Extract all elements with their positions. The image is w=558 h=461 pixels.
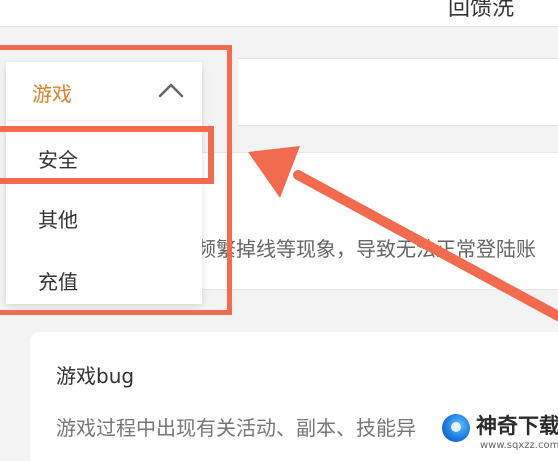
dropdown-option-label: 其他: [38, 208, 78, 232]
screen: 回馈洗 频繁掉线等现象，导致无法正常登陆账 游戏bug 游戏过程中出现有关活动、…: [0, 0, 558, 461]
dropdown-option-safety[interactable]: 安全: [6, 128, 202, 186]
issue-card-bug-desc: 游戏过程中出现有关活动、副本、技能异: [56, 416, 416, 440]
dropdown-option-other[interactable]: 其他: [6, 188, 202, 246]
issue-card-disconnect[interactable]: [150, 152, 558, 290]
page-title: 回馈洗: [448, 0, 515, 21]
chevron-up-icon[interactable]: [158, 82, 184, 98]
watermark-url: www.sqxzz.com: [480, 440, 558, 451]
category-select-field[interactable]: [238, 58, 558, 126]
issue-card-disconnect-desc: 频繁掉线等现象，导致无法正常登陆账: [196, 237, 536, 261]
watermark-name: 神奇下载: [476, 414, 558, 438]
selected-category: 游戏: [32, 82, 72, 106]
dropdown-option-recharge[interactable]: 充值: [6, 250, 202, 308]
issue-card-bug-title: 游戏bug: [56, 364, 135, 388]
dropdown-option-label: 安全: [38, 148, 78, 172]
watermark-logo-icon: [442, 414, 470, 442]
dropdown-option-label: 充值: [38, 270, 78, 294]
site-watermark: 神奇下载 www.sqxzz.com: [440, 410, 558, 461]
